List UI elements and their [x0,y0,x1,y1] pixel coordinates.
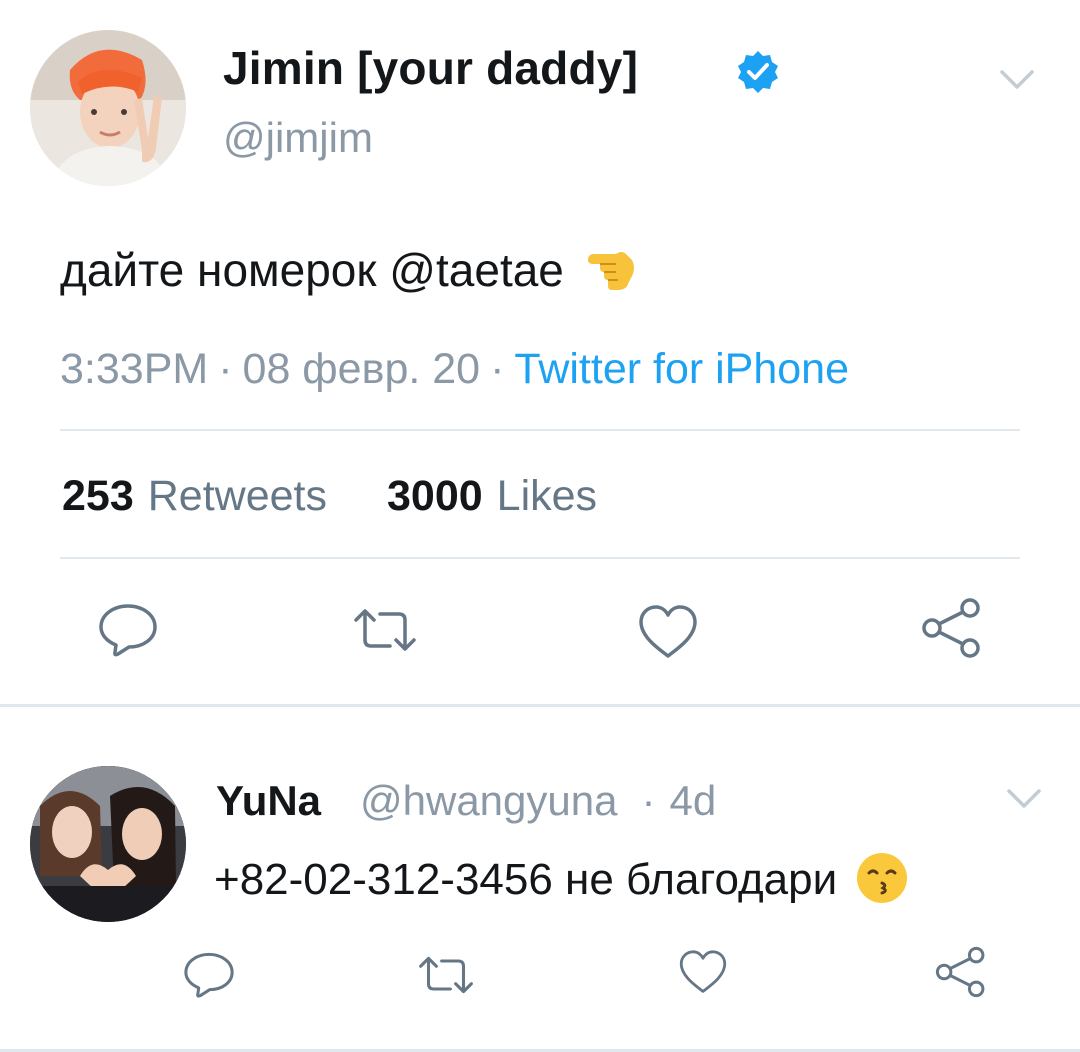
retweet-icon[interactable] [352,606,418,654]
backhand-index-pointing-left-emoji-icon [582,242,638,298]
likes-label: Likes [496,472,598,520]
retweet-icon[interactable] [417,954,475,996]
share-icon[interactable] [934,945,988,999]
share-icon[interactable] [920,596,984,660]
tweet-stats: 253 Retweets 3000 Likes [62,470,597,522]
likes-count: 3000 [387,472,483,520]
tweet-date[interactable]: 08 февр. 20 [243,345,481,393]
tweet-time[interactable]: 3:33PM [60,345,208,393]
author-avatar[interactable] [30,30,186,186]
meta-separator: · [641,777,656,824]
avatar-image [30,766,186,922]
retweets-label: Retweets [147,472,327,520]
reply-icon[interactable] [183,951,235,999]
avatar-image [30,30,186,186]
meta-separator: · [218,345,233,393]
reply-author-handle[interactable]: @hwangyuna [360,777,617,824]
retweets-count: 253 [62,472,134,520]
reply-age[interactable]: 4d [669,777,716,824]
divider [60,557,1020,559]
reply-author-avatar[interactable] [30,766,186,922]
tweet-source-link[interactable]: Twitter for iPhone [514,345,849,393]
likes-stat[interactable]: 3000 Likes [387,472,597,520]
meta-separator: · [490,345,505,393]
retweets-stat[interactable]: 253 Retweets [62,472,327,520]
divider [60,429,1020,431]
author-display-name[interactable]: Jimin [your daddy] [223,40,638,96]
reply-author-display-name[interactable]: YuNa [216,775,321,827]
tweet-meta: 3:33PM · 08 февр. 20 · Twitter for iPhone [60,343,849,395]
reply-menu-chevron-down-icon[interactable] [1006,787,1042,811]
reply-meta: @hwangyuna · 4d [360,775,716,827]
kissing-face-emoji-icon [855,851,909,905]
section-divider [0,704,1080,707]
like-heart-icon[interactable] [637,604,699,660]
reply-text-content: +82-02-312-3456 не благодари [214,855,838,904]
reply-icon[interactable] [98,602,158,658]
reply-text: +82-02-312-3456 не благодари [214,852,909,909]
main-tweet: Jimin [your daddy] @jimjim дайте номерок… [0,0,1080,704]
like-heart-icon[interactable] [678,949,728,995]
author-handle[interactable]: @jimjim [223,112,373,164]
tweet-text: дайте номерок @taetae [60,240,638,302]
tweet-menu-chevron-down-icon[interactable] [999,68,1035,92]
tweet-text-content: дайте номерок @taetae [60,244,564,296]
verified-badge-icon [735,49,781,95]
